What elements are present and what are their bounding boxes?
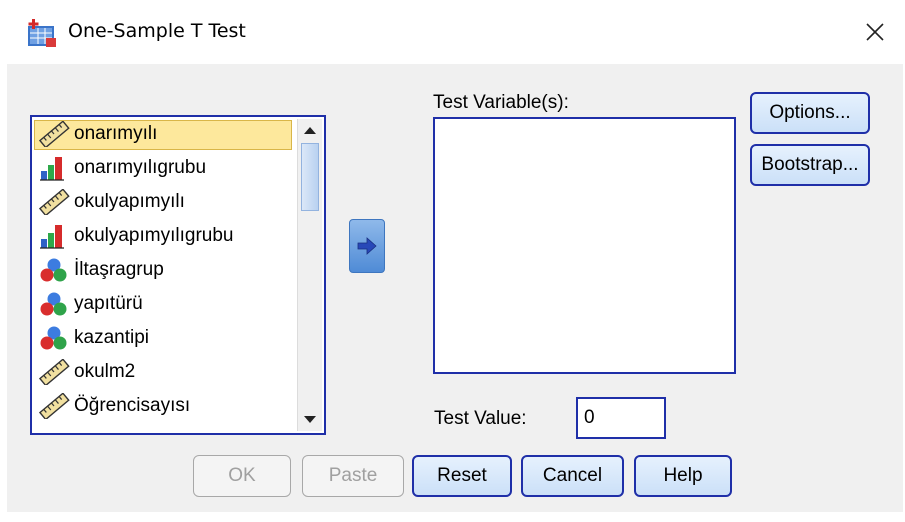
nominal-circles-icon — [38, 257, 70, 283]
source-variable-list[interactable]: onarımyılı onarımyılıgrubu okulyapımyılı ok… — [30, 115, 326, 435]
variable-item[interactable]: kazantipi — [32, 321, 294, 355]
variable-label: kazantipi — [74, 327, 149, 348]
variable-label: yapıtürü — [74, 293, 143, 314]
ok-button[interactable]: OK — [193, 455, 291, 497]
bottom-strip — [0, 512, 905, 522]
variable-item[interactable]: onarımyılıgrubu — [32, 151, 294, 185]
nominal-circles-icon — [38, 325, 70, 351]
test-value-input[interactable] — [576, 397, 666, 439]
scroll-up-arrow-icon — [304, 127, 316, 134]
variable-label: okulyapımyılı — [74, 191, 185, 212]
close-button[interactable] — [853, 10, 897, 54]
variable-label: İltaşragrup — [74, 259, 164, 280]
variable-item[interactable]: okulyapımyılı — [32, 185, 294, 219]
bar-chart-icon — [38, 155, 70, 181]
spss-app-icon — [28, 19, 56, 47]
help-button[interactable]: Help — [634, 455, 732, 497]
variable-label: okulyapımyılıgrubu — [74, 225, 234, 246]
scroll-down-arrow-icon — [304, 416, 316, 423]
nominal-circles-icon — [38, 291, 70, 317]
selection-highlight — [34, 120, 292, 150]
variable-label: Öğrencisayısı — [74, 395, 191, 416]
variable-label: onarımyılı — [74, 123, 158, 144]
variable-list-scrollbar[interactable] — [297, 119, 322, 431]
move-to-test-variables-button[interactable] — [349, 219, 385, 273]
ruler-icon — [38, 358, 70, 387]
window-title: One-Sample T Test — [68, 20, 246, 42]
test-value-label: Test Value: — [434, 408, 527, 429]
variable-label: okulm2 — [74, 361, 136, 382]
variable-label: onarımyılıgrubu — [74, 157, 207, 178]
variable-item[interactable]: okulyapımyılıgrubu — [32, 219, 294, 253]
ruler-icon — [38, 392, 70, 421]
variable-item[interactable]: yapıtürü — [32, 287, 294, 321]
variable-item[interactable]: Öğrencisayısı — [32, 389, 294, 423]
scroll-down-button[interactable] — [300, 411, 320, 429]
test-variables-label: Test Variable(s): — [433, 92, 569, 113]
variable-item[interactable]: okulm2 — [32, 355, 294, 389]
paste-button[interactable]: Paste — [302, 455, 404, 497]
variable-item[interactable]: onarımyılı — [32, 117, 294, 151]
variable-items: onarımyılı onarımyılıgrubu okulyapımyılı ok… — [32, 117, 294, 433]
scroll-thumb[interactable] — [301, 143, 319, 211]
test-variables-list[interactable] — [433, 117, 736, 374]
reset-button[interactable]: Reset — [412, 455, 512, 497]
title-bar: One-Sample T Test — [0, 0, 905, 64]
options-button[interactable]: Options... — [750, 92, 870, 134]
ruler-icon — [38, 188, 70, 217]
right-arrow-icon — [357, 237, 377, 255]
ruler-icon — [38, 120, 70, 149]
close-icon — [866, 23, 884, 41]
bar-chart-icon — [38, 223, 70, 249]
scroll-up-button[interactable] — [300, 121, 320, 139]
variable-item[interactable]: İltaşragrup — [32, 253, 294, 287]
bootstrap-button[interactable]: Bootstrap... — [750, 144, 870, 186]
cancel-button[interactable]: Cancel — [521, 455, 624, 497]
